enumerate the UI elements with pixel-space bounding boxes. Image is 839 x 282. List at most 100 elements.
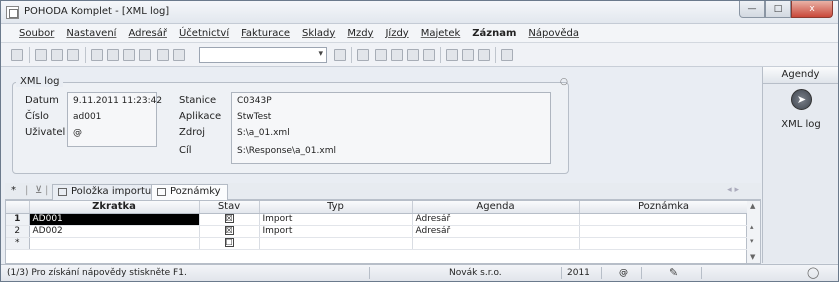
col-header-poznamka[interactable]: Poznámka	[579, 201, 749, 214]
quick-search-combo[interactable]	[199, 47, 327, 63]
stanice-value[interactable]: C0343P	[237, 96, 272, 106]
print-icon[interactable]	[35, 49, 47, 61]
window-icon[interactable]	[446, 49, 458, 61]
cell-poznamka[interactable]	[579, 213, 749, 226]
cell-poznamka[interactable]	[579, 237, 749, 250]
panel-icon[interactable]	[462, 49, 474, 61]
corner-cell	[6, 201, 30, 214]
menu-bar: Soubor Nastavení Adresář Účetnictví Fakt…	[1, 24, 838, 43]
cell-zkratka[interactable]: AD001	[29, 213, 200, 226]
pen-icon: ✎	[669, 266, 679, 279]
menu-nastaveni[interactable]: Nastavení	[66, 28, 116, 39]
col-header-zkratka[interactable]: Zkratka	[29, 201, 200, 214]
datum-label: Datum	[25, 95, 59, 106]
link-icon[interactable]	[375, 49, 387, 61]
cell-stav[interactable]: ☐	[199, 237, 260, 250]
cell-typ[interactable]: Import	[259, 225, 413, 238]
tab-scroll-arrows[interactable]: ◂ ▸	[727, 185, 739, 195]
new-record-icon[interactable]	[11, 49, 23, 61]
menu-sklady[interactable]: Sklady	[302, 28, 335, 39]
table-row[interactable]: 1 AD001 ☒ Import Adresář	[6, 213, 749, 226]
tab-poznamky-label: Poznámky	[170, 186, 221, 197]
checkbox-checked[interactable]: ☒	[224, 214, 234, 223]
dialog-icon[interactable]	[478, 49, 490, 61]
scroll-top-icon[interactable]: ▲	[750, 202, 755, 210]
table-row[interactable]: 2 AD002 ☒ Import Adresář	[6, 225, 749, 238]
filter-icon[interactable]	[334, 49, 346, 61]
status-separator	[641, 267, 642, 279]
users-icon[interactable]	[423, 49, 435, 61]
calculator-icon[interactable]	[407, 49, 419, 61]
menu-fakturace[interactable]: Fakturace	[241, 28, 290, 39]
menu-soubor[interactable]: Soubor	[19, 28, 54, 39]
copy-icon[interactable]	[67, 49, 79, 61]
cell-stav[interactable]: ☒	[199, 225, 260, 238]
menu-mzdy[interactable]: Mzdy	[347, 28, 373, 39]
checkbox-checked[interactable]: ☒	[224, 226, 234, 235]
tab-star[interactable]: *	[11, 185, 16, 196]
scroll-bottom-icon[interactable]: ▼	[750, 253, 755, 261]
datum-value[interactable]: 9.11.2011 11:23:42	[73, 96, 162, 106]
cil-value[interactable]: S:\Response\a_01.xml	[237, 146, 336, 156]
menu-ucetnictvi[interactable]: Účetnictví	[179, 28, 229, 39]
scroll-down-icon[interactable]: ▾	[750, 237, 754, 245]
edit-icon[interactable]	[107, 49, 119, 61]
cell-agenda[interactable]	[412, 237, 580, 250]
minimize-button[interactable]: —	[739, 1, 765, 18]
list-icon[interactable]	[391, 49, 403, 61]
menu-jizdy[interactable]: Jízdy	[385, 28, 408, 39]
cell-zkratka[interactable]	[29, 237, 200, 250]
cell-typ[interactable]	[259, 237, 413, 250]
paste-icon[interactable]	[157, 49, 169, 61]
title-bar: POHODA Komplet - [XML log] — □ x	[1, 1, 838, 24]
cil-label: Cíl	[179, 145, 192, 156]
toolbar-separator	[351, 47, 352, 63]
status-bar: (1/3) Pro získání nápovědy stiskněte F1.…	[1, 264, 838, 281]
print-preview-icon[interactable]	[51, 49, 63, 61]
cell-stav[interactable]: ☒	[199, 213, 260, 226]
col-header-agenda[interactable]: Agenda	[412, 201, 580, 214]
status-separator	[561, 267, 562, 279]
col-header-stav[interactable]: Stav	[199, 201, 260, 214]
tab-separator: |	[25, 185, 29, 196]
undo-icon[interactable]	[91, 49, 103, 61]
tab-polozka-importu[interactable]: Položka importu	[52, 184, 159, 200]
cell-poznamka[interactable]	[579, 225, 749, 238]
filter-icon[interactable]: ⊻	[35, 185, 42, 196]
cislo-value[interactable]: ad001	[73, 112, 101, 122]
close-button[interactable]: x	[791, 1, 833, 18]
maximize-button[interactable]: □	[765, 1, 791, 18]
table-icon[interactable]	[173, 49, 185, 61]
help-icon[interactable]	[501, 49, 513, 61]
toolbar-separator	[85, 47, 86, 63]
uzivatel-value[interactable]: @	[73, 128, 82, 138]
check-icon[interactable]: ◯	[807, 266, 819, 279]
tab-poznamky[interactable]: Poznámky	[151, 184, 228, 200]
cell-agenda[interactable]: Adresář	[412, 225, 580, 238]
save-icon[interactable]	[123, 49, 135, 61]
menu-zaznam[interactable]: Záznam	[472, 28, 516, 39]
menu-napoveda[interactable]: Nápověda	[528, 28, 579, 39]
scroll-up-icon[interactable]: ▴	[750, 223, 754, 231]
cell-zkratka[interactable]: AD002	[29, 225, 200, 238]
status-separator	[369, 267, 370, 279]
new-row[interactable]: * ☐	[6, 237, 749, 250]
menu-adresar[interactable]: Adresář	[128, 28, 167, 39]
aplikace-label: Aplikace	[179, 111, 222, 122]
agenda-xml-log[interactable]: XML log	[763, 119, 839, 130]
col-header-typ[interactable]: Typ	[259, 201, 413, 214]
checkbox-unchecked[interactable]: ☐	[224, 238, 234, 247]
cell-typ[interactable]: Import	[259, 213, 413, 226]
status-separator	[701, 267, 702, 279]
detail-tabs: * | ⊻ | Položka importu Poznámky ◂ ▸	[5, 183, 761, 200]
zdroj-value[interactable]: S:\a_01.xml	[237, 128, 290, 138]
grid-scrollbar[interactable]: ▲ ▴ ▾ ▼	[747, 200, 761, 264]
menu-majetek[interactable]: Majetek	[421, 28, 461, 39]
row-number: *	[6, 237, 30, 250]
xml-log-agenda-icon[interactable]: ➤	[791, 89, 812, 110]
aplikace-value[interactable]: StwTest	[237, 112, 271, 122]
cell-agenda[interactable]: Adresář	[412, 213, 580, 226]
status-hint: (1/3) Pro získání nápovědy stiskněte F1.	[7, 268, 187, 278]
view-icon[interactable]	[357, 49, 369, 61]
save-as-icon[interactable]	[139, 49, 151, 61]
